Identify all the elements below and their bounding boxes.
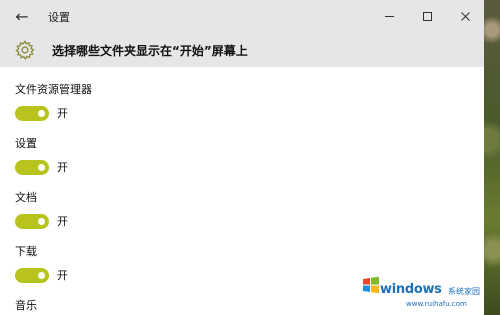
arrow-left-icon: ← (15, 7, 29, 26)
back-button[interactable]: ← (0, 0, 44, 33)
watermark-url: www.ruihafu.com (406, 300, 467, 308)
gear-icon (15, 40, 35, 61)
setting-item-music: 音乐 (15, 297, 37, 315)
setting-label: 下载 (15, 245, 37, 258)
toggle-switch[interactable] (15, 105, 49, 121)
page-header: 选择哪些文件夹显示在“开始”屏幕上 (0, 33, 484, 67)
setting-label: 音乐 (15, 299, 37, 312)
toggle-switch[interactable] (15, 267, 49, 283)
setting-item-file-explorer: 文件资源管理器 开 (15, 81, 92, 121)
minimize-icon (384, 16, 394, 17)
watermark-sub: 系统家园 (448, 287, 480, 296)
close-button[interactable] (446, 0, 484, 33)
close-icon (460, 12, 470, 21)
toggle-knob (38, 109, 45, 117)
toggle-state: 开 (57, 215, 68, 228)
maximize-button[interactable] (408, 0, 446, 33)
setting-item-settings: 设置 开 (15, 135, 68, 175)
toggle-state: 开 (57, 161, 68, 174)
setting-label: 设置 (15, 137, 37, 150)
toggle-state: 开 (57, 269, 68, 282)
toggle-knob (38, 163, 45, 171)
toggle-knob (38, 271, 45, 279)
setting-item-downloads: 下载 开 (15, 243, 68, 283)
watermark-main: windows (380, 282, 442, 297)
toggle-state: 开 (57, 107, 68, 120)
setting-label: 文档 (15, 191, 37, 204)
page-title: 选择哪些文件夹显示在“开始”屏幕上 (52, 43, 248, 58)
toggle-knob (38, 217, 45, 225)
setting-label: 文件资源管理器 (15, 83, 92, 96)
title-bar: ← 设置 (0, 0, 484, 33)
setting-item-documents: 文档 开 (15, 189, 68, 229)
toggle-switch[interactable] (15, 213, 49, 229)
watermark: windows 系统家园 www.ruihafu.com (358, 262, 484, 315)
toggle-switch[interactable] (15, 159, 49, 175)
windows-logo-icon (363, 276, 379, 294)
maximize-icon (422, 12, 432, 21)
window-controls (370, 0, 484, 33)
window-title: 设置 (48, 10, 70, 24)
minimize-button[interactable] (370, 0, 408, 33)
